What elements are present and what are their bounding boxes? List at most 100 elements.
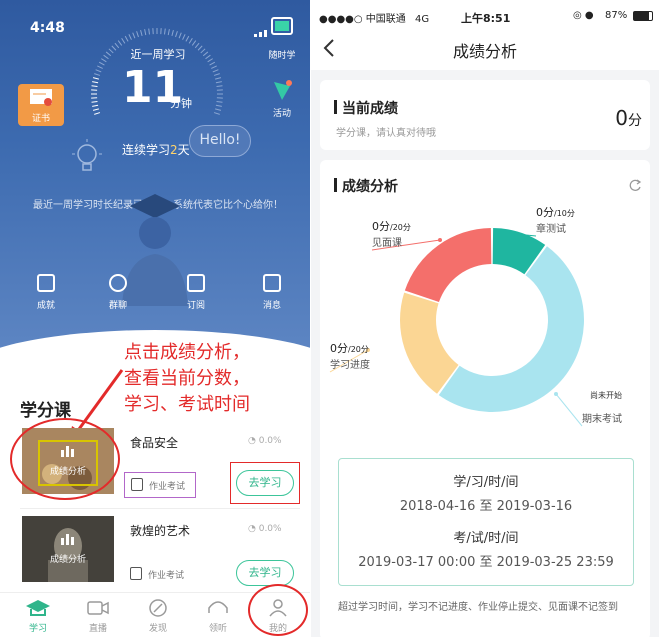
gauge-tick [211, 65, 217, 69]
course-thumbnail[interactable]: 成绩分析 [22, 516, 114, 582]
study-hero-banner: 4:48 近一周学习 11 分钟 连续学习2天 Hello! 随时学 活动 证书… [0, 0, 310, 365]
quick-action-label: 消息 [262, 301, 281, 311]
refresh-icon[interactable] [628, 178, 642, 192]
streak-days: 2 [170, 143, 178, 157]
gauge-tick [91, 101, 98, 103]
activity-icon [274, 80, 292, 100]
gauge-tick [117, 40, 123, 46]
label-meeting-class: 0分/20分见面课 [371, 220, 442, 251]
leader-line [555, 393, 583, 427]
slice-name: 学习进度 [330, 358, 370, 371]
quick-action-label: 成就 [36, 301, 55, 311]
score-analysis-screen: ●●●●○ 中国联通 4G 上午8:51 ◎ ● 87% 成绩分析 当前成绩 学… [311, 0, 659, 637]
gauge-tick [94, 73, 101, 76]
gauge-tick [121, 38, 126, 44]
screen-icon [271, 17, 293, 35]
graduation-cap-icon [26, 600, 50, 616]
title-marker [334, 100, 337, 114]
gauge-tick [164, 28, 166, 35]
gauge-tick [213, 112, 220, 115]
gauge-tick [92, 108, 100, 111]
highlight-circle [248, 584, 308, 636]
activity-button[interactable]: 活动 [262, 76, 302, 121]
gauge-tick [103, 54, 109, 60]
nav-live[interactable]: 直播 [78, 598, 118, 634]
go-study-button[interactable]: 去学习 [236, 560, 294, 586]
gauge-tick [212, 69, 219, 73]
donut-slice [400, 292, 459, 394]
headphones-icon [208, 601, 228, 613]
annotation-line-1: 点击成绩分析， [124, 342, 250, 363]
status-time: 上午8:51 [461, 12, 511, 25]
gauge-tick [215, 104, 222, 107]
slice-score: 0分/20分 [330, 342, 369, 355]
score-donut-chart: 0分/10分章测试尚未开始期末考试0分/20分学习进度0分/20分见面课 [329, 206, 622, 427]
progress-text: ◔ 0.0% [248, 524, 282, 534]
week-study-label: 近一周学习 [130, 48, 186, 61]
course-item[interactable]: 成绩分析 食品安全 ◔ 0.0% 作业考试 去学习 [10, 418, 300, 506]
carrier-text: ●●●●○ 中国联通 [319, 14, 406, 25]
gauge-tick [95, 69, 102, 73]
annotation-line-3: 学习、考试时间 [124, 394, 250, 415]
quick-action-message[interactable]: 消息 [252, 274, 292, 311]
quick-action-group-chat[interactable]: 群聊 [98, 274, 138, 311]
gauge-tick [144, 29, 147, 36]
footer-note: 超过学习时间，学习不记进度、作业停止提交、见面课不记签到 [338, 602, 618, 613]
gauge-tick [132, 32, 136, 39]
score-analysis-link[interactable]: 成绩分析 [22, 552, 114, 565]
score-analysis-card: 成绩分析 0分/10分 章测试 尚未开始 期末考试 0分/20分 学习进度 0分/20分 见面… [320, 160, 650, 637]
course-title: 食品安全 [130, 436, 179, 450]
subscribe-icon [187, 274, 205, 292]
gauge-tick [148, 28, 150, 35]
certificate-button[interactable]: 证书 [18, 84, 64, 126]
leader-dot [514, 232, 518, 236]
minutes-unit: 分钟 [170, 97, 192, 110]
score-chart-icon [61, 534, 74, 545]
message-icon [263, 274, 281, 292]
quick-action-subscribe[interactable]: 订阅 [176, 274, 216, 311]
exam-time-label: 考/试/时/间 [453, 531, 519, 546]
gauge-tick [136, 31, 139, 38]
gauge-tick [92, 104, 99, 107]
gauge-tick [214, 77, 222, 80]
gauge-tick [191, 40, 197, 46]
go-study-button[interactable]: 去学习 [236, 470, 294, 496]
current-score-value: 0分 [615, 106, 642, 130]
video-camera-icon [87, 601, 109, 615]
gauge-tick [171, 29, 174, 37]
gauge-tick [185, 35, 190, 42]
analysis-title: 成绩分析 [342, 179, 398, 195]
homework-exam-button[interactable]: 作业考试 [124, 562, 196, 586]
gauge-tick [167, 29, 170, 36]
gauge-tick [128, 34, 132, 40]
gauge-tick [178, 32, 182, 39]
streak-text: 连续学习2天 [122, 141, 190, 158]
slice-name: 期末考试 [582, 412, 622, 425]
donut-slice [404, 228, 492, 303]
random-study-button[interactable]: 随时学 [262, 14, 302, 74]
divider [20, 508, 300, 509]
gauge-tick [92, 81, 99, 84]
gauge-tick [207, 58, 213, 63]
study-time-label: 学/习/时/间 [453, 475, 519, 490]
current-score-card: 当前成绩 学分课，请认真对待哦 0分 [320, 80, 650, 150]
gauge-tick [98, 61, 105, 66]
streak-suffix: 天 [177, 143, 190, 157]
nav-study[interactable]: 学习 [18, 598, 58, 634]
quick-action-achievement[interactable]: 成就 [26, 274, 66, 311]
document-icon [130, 567, 142, 580]
homework-exam-button[interactable]: 作业考试 [124, 472, 196, 498]
current-score-title: 当前成绩 [342, 101, 398, 117]
label-chapter-test: 0分/10分章测试 [514, 206, 575, 237]
slice-name: 见面课 [372, 237, 402, 249]
title-marker [334, 178, 337, 192]
course-item[interactable]: 成绩分析 敦煌的艺术 ◔ 0.0% 作业考试 去学习 [20, 514, 300, 590]
gauge-tick [215, 81, 222, 84]
status-time: 4:48 [30, 20, 65, 36]
battery-text: 87% [605, 10, 628, 21]
highlight-box [38, 440, 98, 486]
lightbulb-icon [72, 139, 102, 171]
streak-prefix: 连续学习 [122, 143, 171, 157]
nav-discover[interactable]: 发现 [138, 598, 178, 634]
nav-listen[interactable]: 领听 [198, 598, 238, 634]
